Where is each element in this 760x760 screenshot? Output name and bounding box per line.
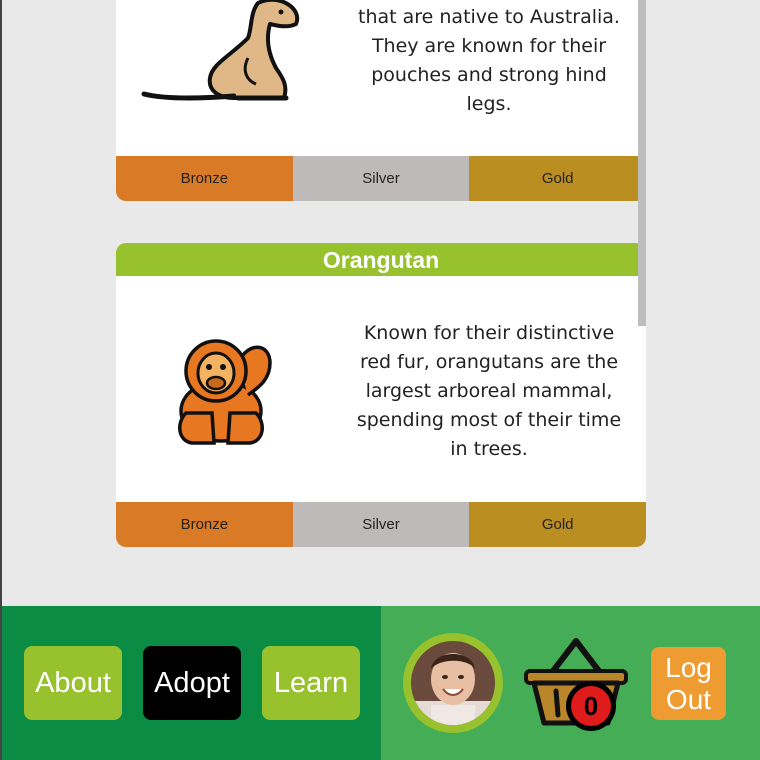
adopt-button[interactable]: Adopt [143,646,241,720]
kangaroo-description: that are native to Australia. They are k… [358,6,620,115]
orangutan-description: Known for their distinctive red fur, ora… [356,322,622,460]
gold-tier-button[interactable]: Gold [469,502,646,547]
logout-button[interactable]: Log Out [651,647,726,720]
scrollbar-thumb[interactable] [638,0,646,326]
logout-label-line2: Out [665,683,712,715]
adoption-tiers: Bronze Silver Gold [116,502,646,547]
kangaroo-icon [138,0,308,108]
gold-tier-button[interactable]: Gold [469,156,646,201]
orangutan-icon [166,333,276,448]
animal-card-orangutan: Orangutan Known for their distinctive re… [116,243,646,547]
logout-label-line1: Log [665,651,712,683]
card-title: Orangutan [116,243,646,276]
user-avatar[interactable] [403,633,503,733]
silver-tier-button[interactable]: Silver [292,156,470,201]
basket-count-badge: 0 [566,681,616,731]
bronze-tier-button[interactable]: Bronze [116,156,293,201]
adoption-tiers: Bronze Silver Gold [116,156,646,201]
silver-tier-button[interactable]: Silver [292,502,470,547]
about-button[interactable]: About [24,646,122,720]
animal-card-kangaroo: that are native to Australia. They are k… [116,0,646,201]
avatar-photo [411,641,495,725]
learn-button[interactable]: Learn [262,646,360,720]
basket-count: 0 [571,686,611,726]
bronze-tier-button[interactable]: Bronze [116,502,293,547]
